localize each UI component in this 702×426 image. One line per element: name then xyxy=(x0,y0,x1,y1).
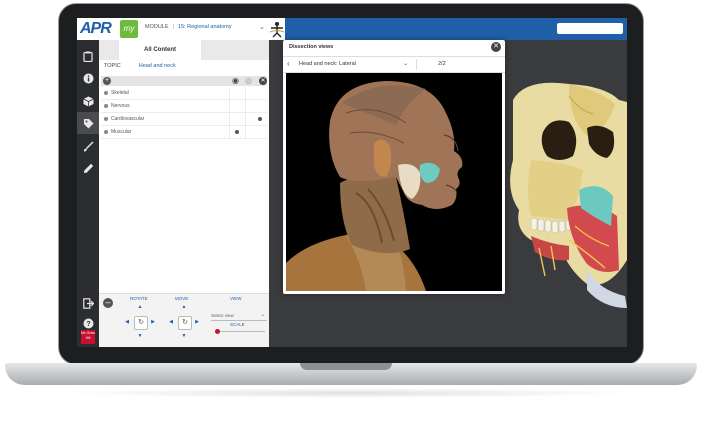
layer-label: Nervous xyxy=(111,103,130,109)
rotate-label: ROTATE xyxy=(130,296,148,301)
layer-row[interactable]: Cardiovascular xyxy=(101,113,267,126)
expand-dot-icon[interactable] xyxy=(104,91,108,95)
chevron-down-icon[interactable]: ⌄ xyxy=(259,23,265,31)
rotate-down-icon[interactable]: ▼ xyxy=(136,332,144,340)
chevron-left-icon[interactable]: ‹ xyxy=(287,59,290,68)
content-panel: All Content TOPIC Head and neck + ◉ ◎ ✕ S… xyxy=(99,40,269,347)
move-right-icon[interactable]: ▶ xyxy=(193,318,201,326)
anatomy-figure-icon[interactable] xyxy=(269,20,285,38)
move-center-icon[interactable]: ↻ xyxy=(178,316,192,330)
visibility-mark[interactable] xyxy=(235,130,239,134)
move-up-icon[interactable]: ▲ xyxy=(180,303,188,311)
reset-button[interactable]: – xyxy=(103,298,113,308)
tag-icon[interactable] xyxy=(77,112,99,134)
view-select-value: Select view xyxy=(211,313,234,318)
rotate-right-icon[interactable]: ▶ xyxy=(149,318,157,326)
module-value: 15: Regional anatomy xyxy=(177,24,232,30)
tool-rail: ? Mc Graw Hill xyxy=(77,40,99,347)
dissection-view-select[interactable]: Head and neck: Lateral xyxy=(299,61,356,67)
brush-icon[interactable] xyxy=(77,135,99,157)
chevron-down-icon[interactable]: ⌄ xyxy=(403,60,408,67)
rotate-left-icon[interactable]: ◀ xyxy=(123,318,131,326)
add-layer-button[interactable]: + xyxy=(103,77,111,85)
topic-label: TOPIC xyxy=(104,63,121,69)
module-label: MODULE xyxy=(145,24,169,30)
search-input[interactable] xyxy=(557,23,623,34)
topic-value: Head and neck xyxy=(138,63,176,69)
layer-list-header: + ◉ ◎ ✕ xyxy=(101,76,267,86)
dialog-title: Dissection views xyxy=(289,44,334,50)
view-controls: – ROTATE ▲ ◀ ↻ ▶ ▼ MOVE ▲ ◀ ↻ ▶ ▼ VIEW S… xyxy=(99,293,269,347)
pencil-icon[interactable] xyxy=(77,157,99,179)
view-label: VIEW xyxy=(230,296,242,301)
close-icon[interactable]: ✕ xyxy=(259,77,267,85)
scale-slider-handle[interactable] xyxy=(215,329,220,334)
chevron-down-icon: ⌄ xyxy=(260,312,265,318)
scale-label: SCALE xyxy=(230,322,245,327)
tab-bar: All Content xyxy=(99,40,269,60)
eye-hidden-icon[interactable]: ◎ xyxy=(245,76,252,86)
dissection-dialog: Dissection views ✕ ‹ Head and neck: Late… xyxy=(283,40,505,294)
tab-all-content[interactable]: All Content xyxy=(119,40,201,60)
move-pad[interactable]: ▲ ◀ ↻ ▶ ▼ xyxy=(165,303,203,341)
expand-dot-icon[interactable] xyxy=(104,130,108,134)
top-bar: APR my MODULE | 15: Regional anatomy ⌄ xyxy=(77,18,627,40)
exit-icon[interactable] xyxy=(77,292,99,314)
app-screen: APR my MODULE | 15: Regional anatomy ⌄ ?… xyxy=(77,18,627,347)
layer-label: Skeletal xyxy=(111,90,129,96)
expand-dot-icon[interactable] xyxy=(104,104,108,108)
layer-row[interactable]: Nervous xyxy=(101,100,267,113)
laptop-notch xyxy=(300,363,392,370)
clipboard-icon[interactable] xyxy=(77,45,99,67)
layer-row[interactable]: Muscular xyxy=(101,126,267,139)
apr-logo[interactable]: APR xyxy=(80,20,112,38)
laptop-shadow xyxy=(60,388,640,398)
move-label: MOVE xyxy=(175,296,189,301)
layer-label: Muscular xyxy=(111,129,132,135)
module-selector[interactable]: MODULE | 15: Regional anatomy xyxy=(145,24,231,30)
scale-slider[interactable] xyxy=(217,331,265,332)
rotate-icon[interactable]: ↻ xyxy=(134,316,148,330)
expand-dot-icon[interactable] xyxy=(104,117,108,121)
dissection-photo xyxy=(286,73,502,291)
view-select[interactable]: Select view ⌄ xyxy=(211,311,267,321)
dialog-nav: ‹ Head and neck: Lateral ⌄ 2/2 xyxy=(283,56,505,73)
rotate-pad[interactable]: ▲ ◀ ↻ ▶ ▼ xyxy=(121,303,159,341)
my-badge[interactable]: my xyxy=(120,20,138,38)
rotate-up-icon[interactable]: ▲ xyxy=(136,303,144,311)
cube-icon[interactable] xyxy=(77,90,99,112)
move-down-icon[interactable]: ▼ xyxy=(180,332,188,340)
eye-icon[interactable]: ◉ xyxy=(232,76,239,86)
layer-row[interactable]: Skeletal xyxy=(101,87,267,100)
page-indicator: 2/2 xyxy=(438,61,446,67)
close-icon[interactable]: ✕ xyxy=(491,42,501,52)
svg-text:?: ? xyxy=(86,321,90,328)
move-left-icon[interactable]: ◀ xyxy=(167,318,175,326)
publisher-logo[interactable]: Mc Graw Hill xyxy=(81,330,95,344)
info-icon[interactable] xyxy=(77,67,99,89)
visibility-mark[interactable] xyxy=(258,117,262,121)
layer-label: Cardiovascular xyxy=(111,116,145,122)
topic-selector[interactable]: TOPIC Head and neck xyxy=(104,63,176,69)
